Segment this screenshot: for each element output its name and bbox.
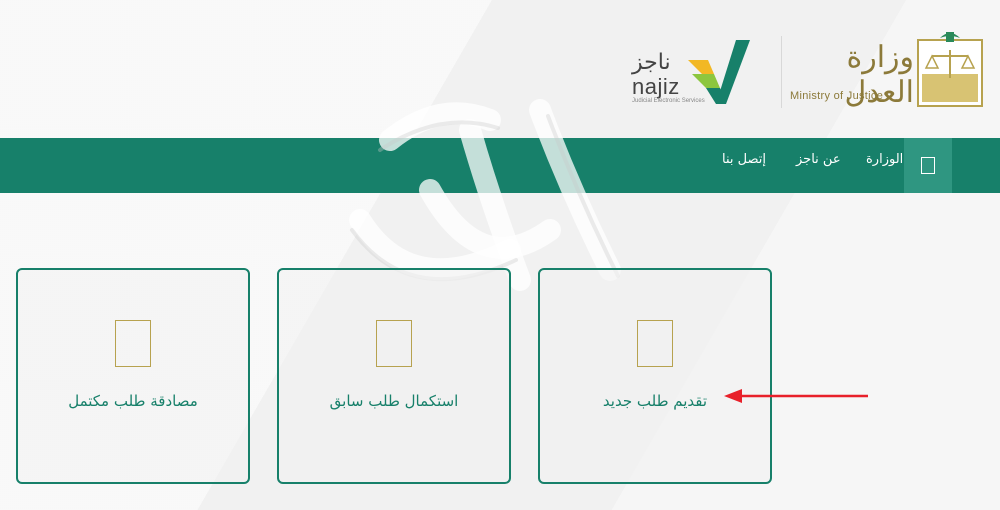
ministry-of-justice-logo[interactable]: وزارة العدل Ministry of Justice (784, 30, 1000, 114)
annotation-arrow-icon (724, 389, 868, 403)
nav-item-ministry[interactable]: الوزارة (866, 152, 903, 167)
najiz-check-icon (688, 40, 750, 104)
card-complete-previous-request[interactable]: استكمال طلب سابق (277, 268, 511, 484)
document-icon (115, 320, 151, 367)
moj-emblem-icon (917, 32, 983, 107)
najiz-latin-name: najiz (632, 74, 680, 99)
nav-home-button[interactable] (904, 138, 952, 193)
card-authenticate-completed-request[interactable]: مصادقة طلب مكتمل (16, 268, 250, 484)
card-label: مصادقة طلب مكتمل (68, 392, 198, 410)
card-new-request[interactable]: تقديم طلب جديد (538, 268, 772, 484)
header: وزارة العدل Ministry of Justice ناجز naj… (0, 0, 1000, 138)
document-icon (376, 320, 412, 367)
main-navbar: الوزارة عن ناجز إتصل بنا (0, 138, 1000, 193)
logo-divider (781, 36, 782, 108)
najiz-arabic-name: ناجز (632, 50, 671, 75)
moj-english-name: Ministry of Justice (790, 90, 884, 102)
card-label: استكمال طلب سابق (329, 392, 459, 410)
home-box-icon (921, 157, 935, 174)
najiz-logo[interactable]: ناجز najiz Judicial Electronic Services (628, 38, 752, 108)
nav-item-contact-us[interactable]: إتصل بنا (722, 152, 766, 167)
nav-item-about-najiz[interactable]: عن ناجز (796, 152, 841, 167)
document-icon (637, 320, 673, 367)
